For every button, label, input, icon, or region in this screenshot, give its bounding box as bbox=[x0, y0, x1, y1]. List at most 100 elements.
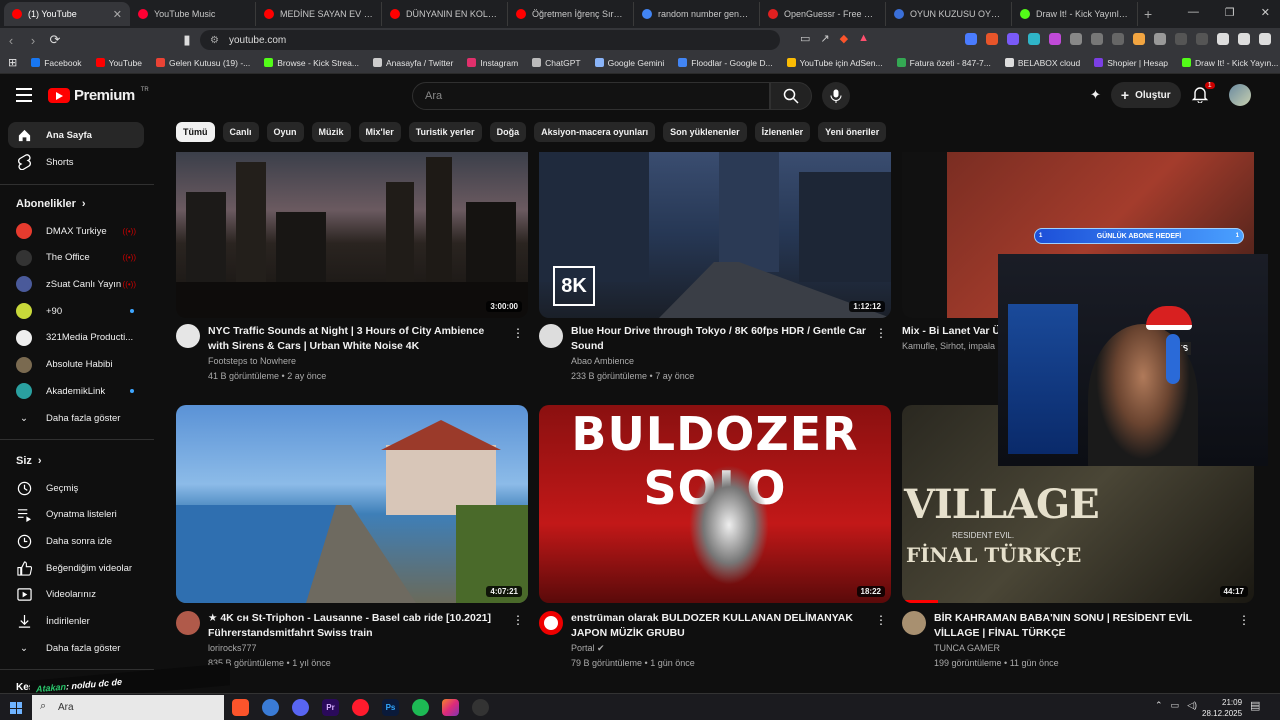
video-card[interactable]: BULDOZER SOLO 18:22 enstrüman olarak BUL… bbox=[539, 405, 891, 675]
browser-tab[interactable]: Draw It! - Kick Yayınları İçi bbox=[1012, 2, 1138, 26]
bookmark-page-icon[interactable]: ▮ bbox=[176, 32, 198, 48]
extension-icon[interactable] bbox=[1007, 33, 1019, 45]
channel-avatar[interactable] bbox=[539, 611, 563, 635]
extension-icon[interactable] bbox=[1154, 33, 1166, 45]
sidebar-item-watch-later[interactable]: Daha sonra izle bbox=[8, 528, 144, 554]
windows-start-icon[interactable] bbox=[10, 702, 22, 714]
rewards-icon[interactable]: ▲ bbox=[858, 32, 869, 45]
discord-app-icon[interactable] bbox=[292, 699, 309, 716]
extension-icon[interactable] bbox=[1049, 33, 1061, 45]
wallet-icon[interactable] bbox=[1259, 33, 1271, 45]
sidebar-item-playlists[interactable]: Oynatma listeleri bbox=[8, 502, 144, 528]
extension-icon[interactable] bbox=[965, 33, 977, 45]
app-icon[interactable] bbox=[262, 699, 279, 716]
notification-center-icon[interactable]: ▤ bbox=[1250, 699, 1260, 712]
browser-tab[interactable]: YouTube Music bbox=[130, 2, 256, 26]
url-field[interactable]: ⚙ youtube.com bbox=[200, 30, 780, 50]
new-tab-icon[interactable]: + bbox=[1144, 6, 1152, 22]
extension-icon[interactable] bbox=[1091, 33, 1103, 45]
cast-connect-icon[interactable]: ✦ bbox=[1090, 87, 1101, 103]
more-options-icon[interactable]: ⋮ bbox=[875, 613, 887, 627]
channel-name[interactable]: lorirocks777 bbox=[208, 643, 257, 653]
sidebar-subscription[interactable]: Absolute Habibi bbox=[8, 352, 144, 378]
sidebar-item-history[interactable]: Geçmiş bbox=[8, 475, 144, 501]
cast-icon[interactable]: ▭ bbox=[800, 32, 810, 45]
filter-chip[interactable]: Yeni öneriler bbox=[818, 122, 887, 142]
search-button[interactable] bbox=[770, 82, 812, 110]
channel-name[interactable]: Abao Ambience bbox=[571, 356, 634, 366]
bookmark-item[interactable]: Instagram bbox=[467, 58, 518, 68]
channel-avatar[interactable] bbox=[539, 324, 563, 348]
taskbar-clock[interactable]: 21:09 28.12.2025 bbox=[1202, 697, 1242, 719]
video-card[interactable]: 4:07:21 ★ 4K ᴄʜ St-Triphon - Lausanne - … bbox=[176, 405, 528, 675]
back-icon[interactable]: ‹ bbox=[0, 33, 22, 48]
channel-avatar[interactable] bbox=[902, 611, 926, 635]
close-window-icon[interactable]: ✕ bbox=[1261, 6, 1270, 19]
sidebar-subscription[interactable]: AkademikLink bbox=[8, 378, 144, 404]
browser-tab[interactable]: MEDİNE SAYAN EV ZİYARE bbox=[256, 2, 382, 26]
filter-chip[interactable]: Tümü bbox=[176, 122, 215, 142]
volume-icon[interactable]: ◁) bbox=[1187, 700, 1197, 711]
extension-icon[interactable] bbox=[1175, 33, 1187, 45]
bookmark-item[interactable]: YouTube bbox=[95, 58, 142, 68]
premiere-app-icon[interactable]: Pr bbox=[322, 699, 339, 716]
browser-tab[interactable]: OYUN KUZUSU OYUNLAR bbox=[886, 2, 1012, 26]
tab-close-icon[interactable]: ✕ bbox=[113, 8, 122, 21]
video-thumbnail[interactable]: BULDOZER SOLO 18:22 bbox=[539, 405, 891, 603]
extension-icon[interactable] bbox=[1070, 33, 1082, 45]
minimize-icon[interactable]: — bbox=[1188, 6, 1199, 19]
sidebar-subscription[interactable]: The Office ((•)) bbox=[8, 245, 144, 271]
spotify-app-icon[interactable] bbox=[412, 699, 429, 716]
bookmark-item[interactable]: Anasayfa / Twitter bbox=[372, 58, 453, 68]
apps-icon[interactable]: ⊞ bbox=[8, 56, 17, 69]
bookmark-item[interactable]: Browse - Kick Strea... bbox=[264, 58, 359, 68]
search-input[interactable]: Ara bbox=[412, 82, 770, 110]
filter-chip[interactable]: Son yüklenenler bbox=[663, 122, 747, 142]
sidebar-subscription[interactable]: zSuat Canlı Yayın ((•)) bbox=[8, 271, 144, 297]
share-icon[interactable]: ↗ bbox=[820, 32, 829, 45]
bookmark-item[interactable]: BELABOX cloud bbox=[1004, 58, 1080, 68]
video-thumbnail[interactable]: 8K 1:12:12 bbox=[539, 152, 891, 318]
channel-name[interactable]: TUNCA GAMER bbox=[934, 643, 1000, 653]
bookmark-item[interactable]: Gelen Kutusu (19) -... bbox=[155, 58, 250, 68]
sidebar-item-download[interactable]: İndirilenler bbox=[8, 609, 144, 635]
browser-tab[interactable]: Öğretmen İğrenç Sırrının bbox=[508, 2, 634, 26]
channel-name[interactable]: Footsteps to Nowhere bbox=[208, 356, 296, 366]
browser-tab[interactable]: random number generato bbox=[634, 2, 760, 26]
filter-chip[interactable]: Aksiyon-macera oyunları bbox=[534, 122, 656, 142]
video-title[interactable]: enstrüman olarak BULDOZER KULLANAN DELİM… bbox=[571, 611, 871, 641]
more-options-icon[interactable]: ⋮ bbox=[512, 326, 524, 340]
brave-app-icon[interactable] bbox=[232, 699, 249, 716]
filter-chip[interactable]: Müzik bbox=[311, 122, 351, 142]
hamburger-menu-icon[interactable] bbox=[16, 88, 32, 106]
video-title[interactable]: ★ 4K ᴄʜ St-Triphon - Lausanne - Basel ca… bbox=[208, 611, 508, 641]
video-card[interactable]: 3:00:00 NYC Traffic Sounds at Night | 3 … bbox=[176, 152, 528, 387]
site-info-icon[interactable]: ⚙ bbox=[210, 35, 219, 46]
tray-chevron-icon[interactable]: ⌃ bbox=[1155, 700, 1163, 711]
filter-chip[interactable]: İzlenenler bbox=[754, 122, 811, 142]
maximize-icon[interactable]: ❐ bbox=[1225, 6, 1235, 19]
sidepanel-icon[interactable] bbox=[1238, 33, 1250, 45]
sidebar-item-like[interactable]: Beğendiğim videolar bbox=[8, 555, 144, 581]
bookmark-item[interactable]: Shopier | Hesap bbox=[1094, 58, 1168, 68]
video-card[interactable]: 8K 1:12:12 Blue Hour Drive through Tokyo… bbox=[539, 152, 891, 387]
filter-chip[interactable]: Canlı bbox=[222, 122, 259, 142]
extension-icon[interactable] bbox=[986, 33, 998, 45]
extension-icon[interactable] bbox=[1028, 33, 1040, 45]
browser-tab[interactable]: OpenGuessr - Free GeoGu bbox=[760, 2, 886, 26]
subscriptions-heading[interactable]: Abonelikler › bbox=[16, 198, 86, 210]
reload-icon[interactable]: ⟳ bbox=[44, 32, 66, 48]
taskbar-search-input[interactable]: ⌕ Ara bbox=[32, 695, 224, 720]
filter-chip[interactable]: Mix'ler bbox=[358, 122, 401, 142]
video-thumbnail[interactable]: 4:07:21 bbox=[176, 405, 528, 603]
extension-icon[interactable] bbox=[1133, 33, 1145, 45]
bookmark-item[interactable]: YouTube için AdSen... bbox=[786, 58, 883, 68]
bookmark-item[interactable]: Fatura özeti - 847-7... bbox=[896, 58, 991, 68]
network-icon[interactable]: ▭ bbox=[1171, 700, 1180, 711]
bookmark-item[interactable]: Draw It! - Kick Yayın... bbox=[1182, 58, 1278, 68]
filter-chip[interactable]: Turistik yerler bbox=[408, 122, 482, 142]
bookmark-item[interactable]: Facebook bbox=[31, 58, 82, 68]
sidebar-item-your-videos[interactable]: Videolarınız bbox=[8, 582, 144, 608]
instagram-app-icon[interactable] bbox=[442, 699, 459, 716]
sidebar-item-home[interactable]: Ana Sayfa bbox=[8, 122, 144, 148]
